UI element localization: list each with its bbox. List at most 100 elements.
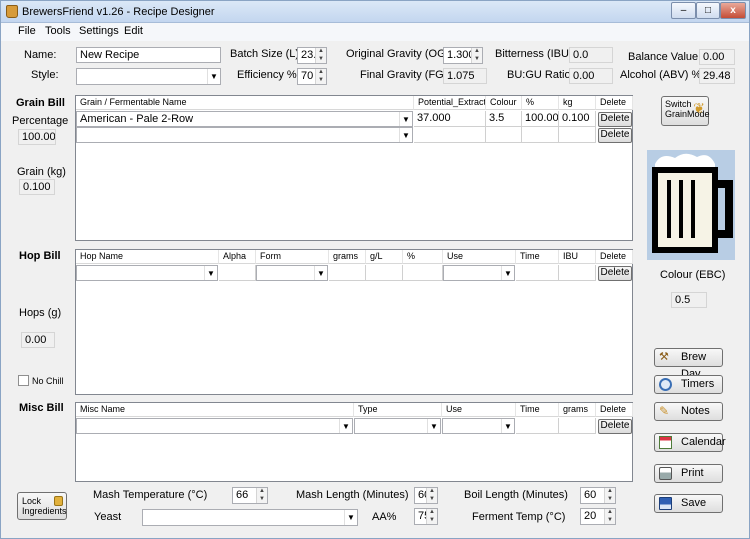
menu-edit[interactable]: Edit <box>124 25 143 37</box>
spinner-icon[interactable]: ▲ ▼ <box>426 488 437 503</box>
app-window: BrewersFriend v1.26 - Recipe Designer – … <box>0 0 750 539</box>
no-chill-label: No Chill <box>32 376 64 386</box>
spinner-icon[interactable]: ▲ ▼ <box>315 69 326 84</box>
grain-extract-cell[interactable] <box>414 127 486 143</box>
grain-delete-button[interactable]: Delete <box>598 112 632 127</box>
batch-size-stepper[interactable]: 23.0 ▲ ▼ <box>297 47 327 64</box>
og-stepper[interactable]: 1.300 ▲ ▼ <box>443 47 483 64</box>
lock-ingredients-button[interactable]: Lock Ingredients <box>17 492 67 520</box>
beer-mug-icon <box>652 153 733 253</box>
chevron-down-icon: ▼ <box>207 69 220 84</box>
grain-name-dropdown[interactable]: American - Pale 2-Row ▼ <box>76 111 413 127</box>
pencil-icon: ✎ <box>659 404 670 418</box>
calendar-label: Calendar <box>681 436 726 448</box>
notes-button[interactable]: ✎ Notes <box>654 402 723 421</box>
misc-col-delete[interactable]: Delete <box>596 403 633 417</box>
hop-use-dropdown[interactable]: ▼ <box>443 265 515 281</box>
hop-pct-cell[interactable] <box>403 265 443 281</box>
menu-file[interactable]: File <box>18 25 36 37</box>
grain-pct-cell[interactable]: 100.00 <box>522 111 559 127</box>
hop-col-use[interactable]: Use <box>443 250 516 264</box>
close-button[interactable]: x <box>720 2 746 19</box>
grain-kg-cell[interactable]: 0.100 <box>559 111 596 127</box>
hop-col-time[interactable]: Time <box>516 250 559 264</box>
misc-time-cell[interactable] <box>516 418 559 434</box>
boil-length-stepper[interactable]: 60 ▲ ▼ <box>580 487 616 504</box>
grain-colour-cell[interactable] <box>486 127 522 143</box>
misc-grams-cell[interactable] <box>559 418 596 434</box>
efficiency-stepper[interactable]: 70 ▲ ▼ <box>297 68 327 85</box>
brew-day-button[interactable]: ⚒ Brew Day <box>654 348 723 380</box>
misc-type-dropdown[interactable]: ▼ <box>354 418 441 434</box>
spinner-icon[interactable]: ▲ ▼ <box>426 509 437 524</box>
hop-grams-cell[interactable] <box>329 265 366 281</box>
grain-col-pct[interactable]: % <box>522 96 559 110</box>
hop-col-form[interactable]: Form <box>256 250 329 264</box>
ferment-temp-stepper[interactable]: 20 ▲ ▼ <box>580 508 616 525</box>
yeast-dropdown[interactable]: ▼ <box>142 509 358 526</box>
percentage-label: Percentage <box>12 115 69 127</box>
calendar-button[interactable]: Calendar <box>654 433 726 452</box>
grain-delete-button[interactable]: Delete <box>598 128 632 143</box>
chevron-down-icon: ▼ <box>399 128 412 142</box>
efficiency-label: Efficiency % <box>237 69 297 81</box>
hop-ibu-cell[interactable] <box>559 265 596 281</box>
save-button[interactable]: Save <box>654 494 723 513</box>
hop-gl-cell[interactable] <box>366 265 403 281</box>
spinner-icon[interactable]: ▲ ▼ <box>604 509 615 524</box>
misc-col-time[interactable]: Time <box>516 403 559 417</box>
misc-col-grams[interactable]: grams <box>559 403 596 417</box>
mash-temp-stepper[interactable]: 66 ▲ ▼ <box>232 487 268 504</box>
grain-extract-cell[interactable]: 37.000 <box>414 111 486 127</box>
minimize-button[interactable]: – <box>671 2 696 19</box>
misc-col-type[interactable]: Type <box>354 403 442 417</box>
hop-col-name[interactable]: Hop Name <box>76 250 219 264</box>
grain-col-delete[interactable]: Delete <box>596 96 633 110</box>
hop-name-dropdown[interactable]: ▼ <box>76 265 218 281</box>
menu-tools[interactable]: Tools <box>45 25 71 37</box>
grain-bill-title: Grain Bill <box>16 97 65 109</box>
menu-settings[interactable]: Settings <box>79 25 119 37</box>
spinner-icon[interactable]: ▲ ▼ <box>604 488 615 503</box>
print-button[interactable]: Print <box>654 464 723 483</box>
grain-colour-cell[interactable]: 3.5 <box>486 111 522 127</box>
misc-use-dropdown[interactable]: ▼ <box>442 418 515 434</box>
misc-col-name[interactable]: Misc Name <box>76 403 354 417</box>
grain-col-colour[interactable]: Colour <box>486 96 522 110</box>
timers-button[interactable]: Timers <box>654 375 723 394</box>
hop-delete-button[interactable]: Delete <box>598 266 632 281</box>
grain-name-dropdown[interactable]: ▼ <box>76 127 413 143</box>
aa-stepper[interactable]: 75 ▲ ▼ <box>414 508 438 525</box>
grain-pct-cell[interactable] <box>522 127 559 143</box>
name-input[interactable]: New Recipe <box>76 47 221 63</box>
misc-name-dropdown[interactable]: ▼ <box>76 418 353 434</box>
hop-col-pct[interactable]: % <box>403 250 443 264</box>
hop-form-dropdown[interactable]: ▼ <box>256 265 328 281</box>
hop-col-delete[interactable]: Delete <box>596 250 633 264</box>
mash-length-stepper[interactable]: 60 ▲ ▼ <box>414 487 438 504</box>
hop-col-ibu[interactable]: IBU <box>559 250 596 264</box>
misc-delete-button[interactable]: Delete <box>598 419 632 434</box>
chevron-down-icon: ▼ <box>344 510 357 525</box>
hop-col-grams[interactable]: grams <box>329 250 366 264</box>
no-chill-checkbox[interactable] <box>18 375 29 386</box>
grain-col-kg[interactable]: kg <box>559 96 596 110</box>
grain-kg-label: Grain (kg) <box>17 166 66 178</box>
hop-alpha-cell[interactable] <box>219 265 256 281</box>
boil-length-label: Boil Length (Minutes) <box>464 489 568 501</box>
hop-col-alpha[interactable]: Alpha <box>219 250 256 264</box>
spinner-icon[interactable]: ▲ ▼ <box>315 48 326 63</box>
grain-col-name[interactable]: Grain / Fermentable Name <box>76 96 414 110</box>
grain-col-extract[interactable]: Potential_Extract <box>414 96 486 110</box>
spinner-icon[interactable]: ▲ ▼ <box>256 488 267 503</box>
maximize-button[interactable]: □ <box>696 2 720 19</box>
abv-value: 29.48 <box>699 68 735 84</box>
hop-time-cell[interactable] <box>516 265 559 281</box>
grain-kg-cell[interactable] <box>559 127 596 143</box>
switch-grainmode-button[interactable]: Switch GrainMode ❦ <box>661 96 710 126</box>
style-dropdown[interactable]: ▼ <box>76 68 221 85</box>
hop-col-gl[interactable]: g/L <box>366 250 403 264</box>
spinner-icon[interactable]: ▲ ▼ <box>471 48 482 63</box>
lock-icon <box>54 496 63 506</box>
misc-col-use[interactable]: Use <box>442 403 516 417</box>
